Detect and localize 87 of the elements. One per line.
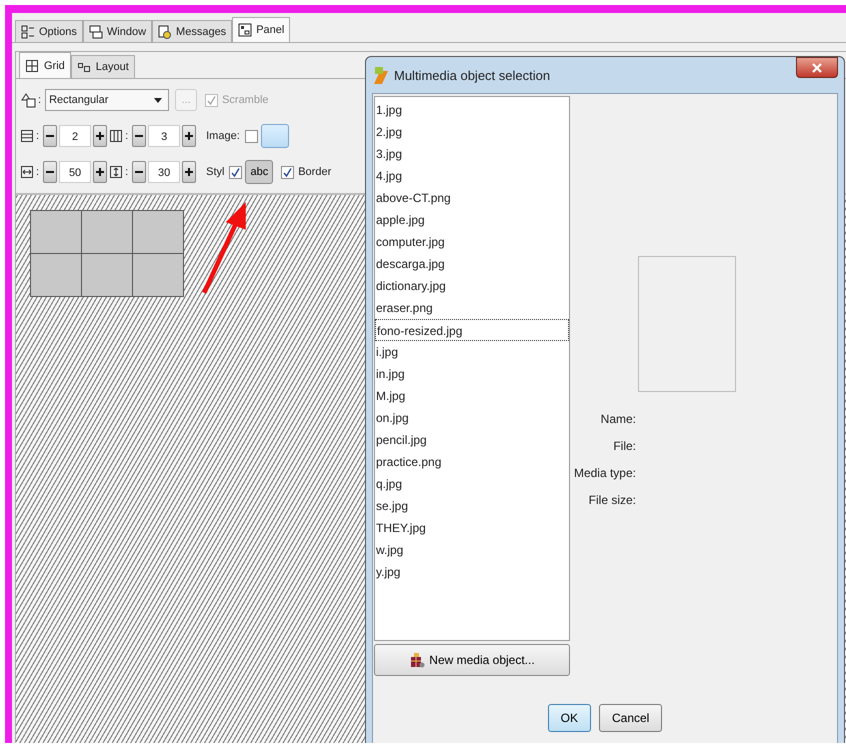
plus-icon	[185, 132, 194, 140]
list-item[interactable]: 2.jpg	[375, 121, 569, 143]
field-label: :	[36, 130, 40, 142]
list-item[interactable]: q.jpg	[375, 473, 569, 495]
list-item[interactable]: THEY.jpg	[375, 517, 569, 539]
list-item[interactable]: se.jpg	[375, 495, 569, 517]
window-title: Multimedia object selection	[394, 68, 550, 82]
list-item[interactable]: eraser.png	[375, 297, 569, 319]
minus-icon	[46, 168, 54, 176]
height-icon	[109, 165, 124, 179]
plus-icon	[96, 132, 104, 140]
increment-button[interactable]	[182, 125, 196, 147]
decrement-button[interactable]	[43, 161, 58, 183]
close-button[interactable]	[796, 57, 838, 78]
tab[interactable]: Options	[15, 20, 83, 42]
style-label: Styl	[206, 166, 224, 178]
tab[interactable]: Messages	[152, 20, 232, 42]
tab[interactable]: Window	[82, 20, 152, 42]
list-icon	[21, 24, 35, 38]
checkbox-label: Border	[298, 166, 332, 178]
list-item[interactable]: fono-resized.jpg	[375, 319, 569, 341]
increment-button[interactable]	[182, 161, 196, 183]
number-field[interactable]: 30	[148, 161, 180, 183]
style-button[interactable]: abc	[245, 160, 274, 184]
new-media-button[interactable]: New media object...	[374, 644, 570, 676]
field-label: Name:	[600, 412, 636, 426]
field-label: :	[125, 130, 128, 142]
tab[interactable]: Panel	[232, 17, 290, 42]
plus-icon	[96, 168, 104, 176]
minus-icon	[46, 132, 54, 140]
list-item[interactable]: 1.jpg	[375, 99, 569, 121]
image-label: Image:	[206, 130, 240, 142]
field-label: :	[125, 166, 128, 178]
dialog-button[interactable]: Cancel	[598, 704, 662, 732]
rows-icon	[20, 129, 34, 143]
number-field[interactable]: 50	[59, 161, 92, 183]
list-item[interactable]: practice.png	[375, 451, 569, 473]
list-item[interactable]: above-CT.png	[375, 187, 569, 209]
checkbox[interactable]	[281, 166, 294, 178]
decrement-button[interactable]	[132, 125, 146, 147]
shape-icon	[20, 92, 36, 108]
list-item[interactable]: i.jpg	[375, 341, 569, 363]
package-icon	[409, 652, 426, 668]
list-item[interactable]: computer.jpg	[375, 231, 569, 253]
app-icon	[372, 65, 390, 85]
list-item[interactable]: 4.jpg	[375, 165, 569, 187]
increment-button[interactable]	[93, 161, 108, 183]
list-item[interactable]: descarga.jpg	[375, 253, 569, 275]
list-item[interactable]: y.jpg	[375, 561, 569, 583]
field-label: :	[36, 166, 40, 178]
dialog-button[interactable]: OK	[548, 704, 591, 732]
list-item[interactable]: M.jpg	[375, 385, 569, 407]
close-icon	[812, 62, 822, 72]
checkbox[interactable]	[229, 166, 242, 178]
tab[interactable]: Layout	[70, 55, 135, 78]
checkbox[interactable]	[244, 130, 258, 142]
number-field[interactable]: 2	[59, 125, 92, 147]
width-icon	[20, 165, 34, 179]
minus-icon	[135, 132, 144, 140]
columns-icon	[109, 129, 124, 143]
list-item[interactable]: pencil.jpg	[375, 429, 569, 451]
list-item[interactable]: apple.jpg	[375, 209, 569, 231]
list-item[interactable]: in.jpg	[375, 363, 569, 385]
document-icon	[158, 24, 172, 38]
increment-button[interactable]	[93, 125, 108, 147]
checkbox-label: Scramble	[222, 94, 269, 106]
list-item[interactable]: on.jpg	[375, 407, 569, 429]
image-swatch[interactable]	[260, 124, 289, 148]
decrement-button[interactable]	[43, 125, 58, 147]
list-item[interactable]: w.jpg	[375, 539, 569, 561]
shape-dropdown[interactable]: Rectangular	[45, 89, 170, 111]
windows-icon	[88, 24, 103, 38]
layout-icon	[76, 60, 91, 74]
decrement-button[interactable]	[132, 161, 146, 183]
list-item[interactable]: dictionary.jpg	[375, 275, 569, 297]
field-label: Media type:	[574, 466, 636, 480]
field-label: File size:	[588, 493, 636, 507]
field-label: :	[38, 94, 42, 106]
caret-icon	[154, 98, 162, 102]
list-item[interactable]: 3.jpg	[375, 143, 569, 165]
tab[interactable]: Grid	[19, 52, 71, 78]
minus-icon	[135, 168, 144, 176]
plus-icon	[185, 168, 194, 176]
panel-icon	[238, 23, 252, 37]
number-field[interactable]: 3	[148, 125, 180, 147]
field-label: File:	[613, 439, 636, 453]
grid-icon	[25, 58, 39, 72]
